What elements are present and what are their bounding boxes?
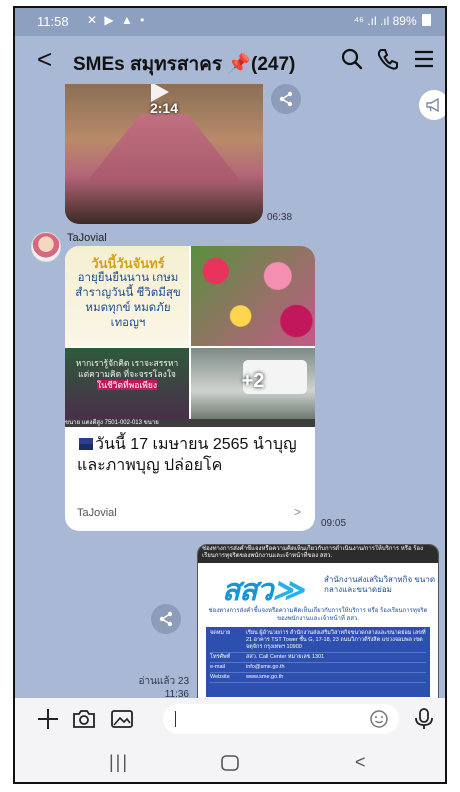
message-time: 09:05 — [321, 518, 347, 529]
chat-header: < SMEs สมุทรสาคร 📌(247) — [15, 36, 445, 84]
video-message[interactable]: 2:14 — [65, 84, 263, 224]
video-duration: 2:14 — [149, 100, 179, 116]
doc-subtitle: ช่องทางการส่งคำชี้แจงหรือความคิดเห็นเกี่… — [208, 608, 428, 622]
contact-value: เรียน ผู้อำนวยการ สำนักงานส่งเสริมวิสาหก… — [246, 630, 426, 650]
camera-icon[interactable] — [71, 706, 97, 732]
search-icon[interactable] — [339, 46, 365, 72]
share-icon — [159, 611, 173, 627]
contact-value: info@sme.go.th — [246, 664, 285, 670]
microphone-icon[interactable] — [411, 706, 437, 732]
status-right: ⁴⁶ .ıl .ıl 89% — [354, 14, 431, 28]
chat-title[interactable]: SMEs สมุทรสาคร 📌(247) — [73, 49, 295, 79]
contact-key: โทรศัพท์ — [210, 654, 231, 660]
share-icon — [279, 91, 293, 107]
quote-highlight: ในชีวิตที่พอเพียง — [97, 380, 157, 390]
more-images-count: +2 — [241, 370, 265, 392]
contact-box: จดหมาย เรียน ผู้อำนวยการ สำนักงานส่งเสริม… — [206, 627, 430, 697]
contact-row: Website www.sme.go.th — [210, 673, 426, 683]
recent-apps-button[interactable]: ||| — [109, 752, 129, 773]
sender-name: TaJovial — [67, 232, 107, 244]
share-button[interactable] — [271, 84, 301, 114]
album-caption: วันนี้ 17 เมษายน 2565 นำบุญและภาพบุญ ปล่… — [77, 434, 305, 476]
quote-body: หากเรารู้จักคิด เราจะสรรหาแต่ความคิด ที่… — [75, 358, 179, 379]
poem-body: อายุยืนยืนนาน เกษมสำราญวันนี้ ชีวิตมีสุข… — [75, 272, 181, 329]
album-owner: TaJovial — [77, 507, 117, 519]
message-time: 06:38 — [267, 212, 293, 223]
read-count: อ่านแล้ว 23 — [138, 676, 189, 687]
contact-value: สสว. Call Center หมายเลข 1301 — [246, 654, 325, 660]
video-thumbnail — [85, 114, 243, 184]
contact-key: Website — [210, 674, 230, 680]
album-image-flowers[interactable] — [191, 246, 315, 346]
album-image-quote[interactable]: หากเรารู้จักคิด เราจะสรรหาแต่ความคิด ที่… — [65, 348, 189, 419]
menu-icon[interactable] — [411, 46, 437, 72]
contact-row: โทรศัพท์ สสว. Call Center หมายเลข 1301 — [210, 653, 426, 663]
status-bar: 11:58 ✕ ▶ ▲ • ⁴⁶ .ıl .ıl 89% — [15, 8, 445, 36]
pin-icon: 📌 — [227, 54, 252, 75]
album-image-poem[interactable]: วันนี้วันจันทร์ อายุยืนยืนนาน เกษมสำราญว… — [65, 246, 189, 346]
home-button[interactable] — [221, 755, 239, 771]
megaphone-icon — [426, 97, 439, 113]
logo-arrow-icon: ≫ — [272, 574, 303, 607]
plus-icon[interactable] — [35, 706, 61, 732]
contact-row: จดหมาย เรียน ผู้อำนวยการ สำนักงานส่งเสริม… — [210, 629, 426, 653]
chat-area[interactable]: 2:14 06:38 TaJovial วันนี้วันจันทร์ อายุ — [15, 84, 445, 698]
document-image-message[interactable]: ช่องทางการส่งคำชี้แจงหรือความคิดเห็นเกี่… — [197, 544, 439, 698]
group-name: SMEs สมุทรสาคร — [73, 54, 223, 75]
battery-level: 89% — [392, 14, 417, 28]
message-input-bar — [15, 698, 445, 740]
contact-row: e-mail info@sme.go.th — [210, 663, 426, 673]
message-input[interactable] — [163, 704, 399, 734]
contact-value: www.sme.go.th — [246, 674, 284, 680]
notification-icons: ✕ ▶ ▲ • — [87, 13, 147, 27]
read-receipt: อ่านแล้ว 23 11:36 — [125, 674, 189, 698]
poem-text: วันนี้วันจันทร์ อายุยืนยืนนาน เกษมสำราญว… — [71, 256, 185, 331]
doc-header: ช่องทางการส่งคำชี้แจงหรือความคิดเห็นเกี่… — [198, 545, 438, 563]
emoji-icon[interactable] — [369, 709, 389, 729]
announcement-button[interactable] — [419, 90, 445, 120]
flag-icon — [79, 438, 93, 450]
battery-icon — [422, 14, 431, 26]
image-strip: ขนาย แตงดีสูง 7501-002-013 ขนาย — [65, 419, 315, 427]
back-nav-button[interactable]: < — [355, 752, 366, 773]
share-button[interactable] — [151, 604, 181, 634]
member-count: (247) — [251, 54, 296, 75]
contact-key: จดหมาย — [210, 630, 231, 636]
quote-text: หากเรารู้จักคิด เราจะสรรหาแต่ความคิด ที่… — [73, 358, 181, 391]
phone-screen: 11:58 ✕ ▶ ▲ • ⁴⁶ .ıl .ıl 89% < SMEs สมุท… — [13, 6, 447, 784]
phone-call-icon[interactable] — [375, 46, 401, 72]
signal-icon: ⁴⁶ .ıl .ıl — [353, 14, 390, 28]
image-icon[interactable] — [109, 706, 135, 732]
caption-text: วันนี้ 17 เมษายน 2565 นำบุญและภาพบุญ ปล่… — [77, 436, 297, 474]
status-time: 11:58 — [37, 14, 69, 29]
avatar[interactable] — [31, 232, 61, 262]
poem-title: วันนี้วันจันทร์ — [91, 256, 165, 271]
contact-key: e-mail — [210, 664, 225, 670]
back-button[interactable]: < — [37, 44, 52, 74]
logo-caption: สำนักงานส่งเสริมวิสาหกิจ ขนาดกลางและขนาด… — [324, 575, 436, 594]
text-cursor — [175, 711, 176, 727]
logo-text: สสว — [222, 574, 273, 607]
image-grid: วันนี้วันจันทร์ อายุยืนยืนนาน เกษมสำราญว… — [65, 246, 315, 419]
image-album-card[interactable]: วันนี้วันจันทร์ อายุยืนยืนนาน เกษมสำราญว… — [65, 246, 315, 531]
system-nav-bar: ||| < — [15, 740, 445, 782]
message-time: 11:36 — [164, 689, 189, 698]
album-image-truck[interactable]: +2 — [191, 348, 315, 419]
chevron-right-icon[interactable]: > — [294, 505, 301, 519]
